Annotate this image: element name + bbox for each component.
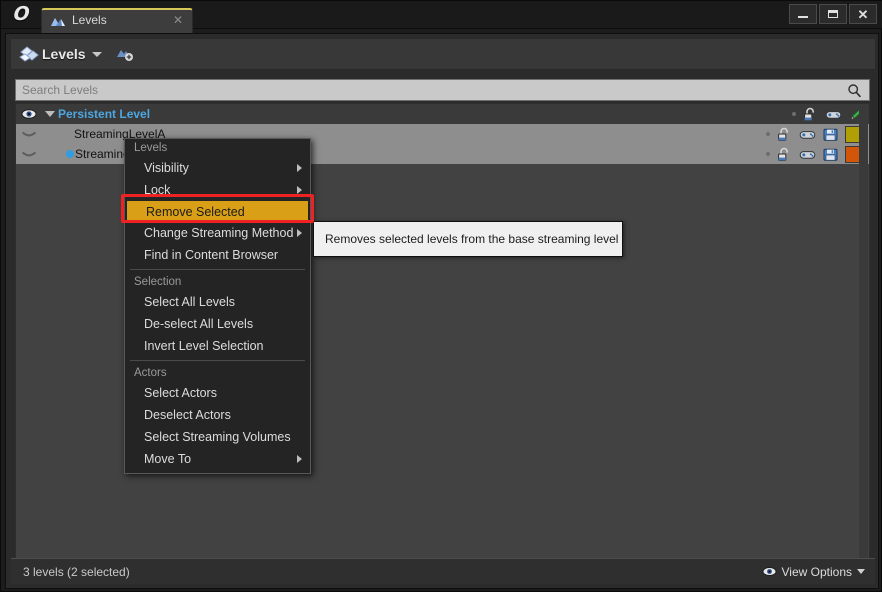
menu-item-visibility[interactable]: Visibility bbox=[125, 157, 310, 179]
menu-item-label: Deselect Actors bbox=[144, 408, 231, 422]
levels-toolbar: Levels bbox=[10, 38, 876, 70]
row-dot-icon bbox=[766, 132, 770, 136]
status-bar: 3 levels (2 selected) View Options bbox=[11, 558, 875, 584]
menu-section-selection: Selection bbox=[134, 276, 182, 288]
row-icons bbox=[792, 104, 865, 124]
levels-toolbar-title: Levels bbox=[42, 46, 86, 62]
eye-icon bbox=[761, 567, 777, 576]
eye-visible-icon[interactable] bbox=[16, 108, 42, 120]
menu-item-deselect-all-levels[interactable]: De-select All Levels bbox=[125, 313, 310, 335]
view-options-label: View Options bbox=[781, 564, 852, 579]
save-floppy-icon[interactable] bbox=[822, 127, 839, 142]
gamepad-icon[interactable] bbox=[825, 107, 842, 122]
menu-item-label: Change Streaming Method bbox=[144, 226, 294, 240]
search-levels-box[interactable] bbox=[15, 79, 870, 101]
menu-item-select-actors[interactable]: Select Actors bbox=[125, 382, 310, 404]
levels-stack-icon bbox=[19, 46, 39, 62]
lock-open-icon[interactable] bbox=[802, 107, 819, 122]
menu-item-label: Select All Levels bbox=[144, 295, 236, 309]
chevron-down-icon bbox=[857, 569, 865, 574]
menu-item-label: Remove Selected bbox=[146, 204, 245, 219]
menu-divider bbox=[130, 360, 305, 361]
menu-item-label: Find in Content Browser bbox=[144, 248, 279, 262]
add-level-icon[interactable] bbox=[116, 46, 134, 62]
tab-label: Levels bbox=[72, 13, 107, 27]
minimize-button[interactable] bbox=[789, 4, 817, 24]
level-name: Persistent Level bbox=[58, 107, 151, 121]
levels-context-menu: Levels Visibility Lock Remove Selected C… bbox=[124, 138, 311, 474]
menu-item-label: Visibility bbox=[144, 161, 189, 175]
menu-divider bbox=[130, 269, 305, 270]
expander-triangle-icon[interactable] bbox=[42, 111, 58, 117]
gamepad-icon[interactable] bbox=[799, 127, 816, 142]
row-dot-icon bbox=[766, 152, 770, 156]
table-row[interactable]: Persistent Level bbox=[16, 104, 869, 124]
context-menu-title: Levels bbox=[134, 142, 168, 154]
tab-close-icon[interactable]: ✕ bbox=[173, 13, 183, 27]
close-button[interactable]: ✕ bbox=[849, 4, 877, 24]
row-icons bbox=[766, 124, 865, 144]
menu-item-label: Lock bbox=[144, 183, 171, 197]
row-icons bbox=[766, 144, 865, 164]
menu-item-lock[interactable]: Lock bbox=[125, 179, 310, 201]
lock-open-icon[interactable] bbox=[776, 127, 793, 142]
level-count-text: 3 levels (2 selected) bbox=[23, 564, 130, 579]
save-floppy-icon[interactable] bbox=[822, 147, 839, 162]
view-options-button[interactable]: View Options bbox=[761, 564, 865, 579]
menu-section-actors: Actors bbox=[134, 367, 167, 379]
window-controls: ✕ bbox=[789, 4, 877, 24]
menu-item-remove-selected[interactable]: Remove Selected bbox=[127, 201, 308, 222]
list-scrollbar[interactable] bbox=[859, 105, 868, 581]
unreal-engine-logo-icon: 𝗢 bbox=[11, 4, 29, 25]
menu-item-invert-level-selection[interactable]: Invert Level Selection bbox=[125, 335, 310, 357]
eye-closed-icon[interactable] bbox=[16, 149, 42, 159]
eye-closed-icon[interactable] bbox=[16, 129, 42, 139]
menu-item-label: Select Actors bbox=[144, 386, 217, 400]
menu-item-label: De-select All Levels bbox=[144, 317, 254, 331]
levels-window: 𝗢 Levels ✕ ✕ Levels Search Levels Persis… bbox=[0, 0, 882, 592]
menu-item-find-in-content-browser[interactable]: Find in Content Browser bbox=[125, 244, 310, 266]
menu-item-label: Move To bbox=[144, 452, 192, 466]
row-dot-icon bbox=[792, 112, 796, 116]
menu-item-label: Invert Level Selection bbox=[144, 339, 264, 353]
search-input[interactable] bbox=[16, 83, 847, 97]
levels-mountain-icon bbox=[51, 18, 65, 26]
submenu-arrow-icon bbox=[297, 186, 302, 194]
lock-open-icon[interactable] bbox=[776, 147, 793, 162]
submenu-arrow-icon bbox=[297, 164, 302, 172]
tab-levels[interactable]: Levels ✕ bbox=[41, 8, 193, 33]
menu-item-select-streaming-volumes[interactable]: Select Streaming Volumes bbox=[125, 426, 310, 448]
maximize-button[interactable] bbox=[819, 4, 847, 24]
menu-item-label: Select Streaming Volumes bbox=[144, 430, 291, 444]
tooltip: Removes selected levels from the base st… bbox=[313, 221, 623, 257]
title-bar: 𝗢 Levels ✕ ✕ bbox=[1, 1, 882, 33]
submenu-arrow-icon bbox=[297, 229, 302, 237]
current-level-marker-icon bbox=[66, 150, 74, 158]
gamepad-icon[interactable] bbox=[799, 147, 816, 162]
search-icon[interactable] bbox=[847, 83, 862, 98]
menu-item-deselect-actors[interactable]: Deselect Actors bbox=[125, 404, 310, 426]
menu-item-move-to[interactable]: Move To bbox=[125, 448, 310, 470]
submenu-arrow-icon bbox=[297, 455, 302, 463]
menu-item-change-streaming-method[interactable]: Change Streaming Method bbox=[125, 222, 310, 244]
chevron-down-icon[interactable] bbox=[91, 51, 102, 57]
menu-item-select-all-levels[interactable]: Select All Levels bbox=[125, 291, 310, 313]
